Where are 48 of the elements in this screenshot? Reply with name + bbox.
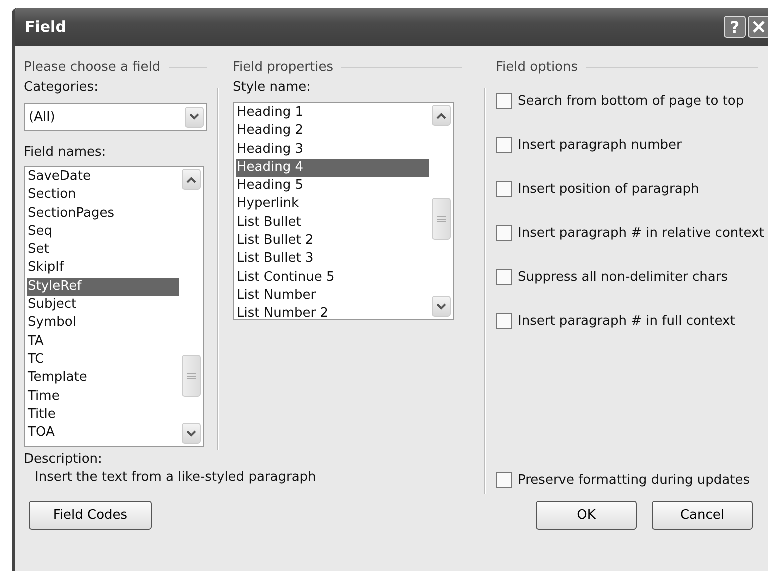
style-name-item[interactable]: List Bullet 3 xyxy=(236,250,429,269)
description-label: Description: xyxy=(24,452,104,469)
field-name-item[interactable]: Subject xyxy=(27,296,179,314)
checkbox-label[interactable]: Insert position of paragraph xyxy=(518,182,700,196)
style-name-item[interactable]: List Number xyxy=(236,286,429,306)
checkbox-label[interactable]: Suppress all non-delimiter chars xyxy=(518,270,728,284)
field-name-item[interactable]: Set xyxy=(27,241,179,260)
field-name-item[interactable]: SectionPages xyxy=(27,204,179,223)
style-name-item[interactable]: Heading 1 xyxy=(236,104,429,122)
checkbox-label[interactable]: Insert paragraph # in relative context xyxy=(518,226,764,240)
checkbox-label[interactable]: Preserve formatting during updates xyxy=(518,472,750,488)
style-name-item[interactable]: List Continue 5 xyxy=(236,268,429,287)
group-heading: Please choose a field xyxy=(24,60,161,74)
ok-button[interactable]: OK xyxy=(536,501,637,530)
field-name-item[interactable]: Section xyxy=(27,186,179,205)
field-name-item[interactable]: SkipIf xyxy=(27,259,179,278)
field-name-item[interactable]: StyleRef xyxy=(27,278,179,296)
checkbox-label[interactable]: Insert paragraph number xyxy=(518,138,682,152)
help-button[interactable]: ? xyxy=(724,16,746,38)
field-name-item[interactable]: Symbol xyxy=(27,314,179,333)
style-name-item[interactable]: List Number 2 xyxy=(236,305,429,319)
field-name-item[interactable]: Seq xyxy=(27,222,179,242)
field-codes-button[interactable]: Field Codes xyxy=(29,501,152,530)
checkbox-label[interactable]: Insert paragraph # in full context xyxy=(518,314,736,328)
group-heading: Field properties xyxy=(233,60,334,74)
style-name-item[interactable]: Hyperlink xyxy=(236,195,429,214)
style-name-item[interactable]: Heading 2 xyxy=(236,122,429,141)
style-name-item[interactable]: Heading 3 xyxy=(236,140,429,159)
checkbox-label[interactable]: Search from bottom of page to top xyxy=(518,94,744,108)
field-name-item[interactable]: TA xyxy=(27,332,179,351)
style-name-item[interactable]: Heading 4 xyxy=(236,158,429,178)
group-heading: Field options xyxy=(496,60,578,74)
style-name-item[interactable]: Heading 5 xyxy=(236,177,429,196)
field-names-label: Field names: xyxy=(24,145,108,162)
field-name-item[interactable]: Template xyxy=(27,369,179,388)
field-name-item[interactable]: SaveDate xyxy=(27,168,179,186)
field-name-item[interactable]: TOA xyxy=(27,424,179,442)
style-name-item[interactable]: List Bullet xyxy=(236,214,429,232)
field-name-item[interactable]: Time xyxy=(27,388,179,406)
field-name-item[interactable]: TC xyxy=(27,350,179,370)
description-text: Insert the text from a like-styled paragraph xyxy=(35,470,318,485)
categories-label: Categories: xyxy=(24,80,100,97)
categories-dropdown[interactable]: (All) xyxy=(24,103,207,131)
style-name-item[interactable]: List Bullet 2 xyxy=(236,232,429,250)
field-name-item[interactable]: Title xyxy=(27,406,179,424)
cancel-button[interactable]: Cancel xyxy=(652,501,753,530)
style-name-label: Style name: xyxy=(233,80,312,97)
window-title: Field xyxy=(25,18,66,36)
